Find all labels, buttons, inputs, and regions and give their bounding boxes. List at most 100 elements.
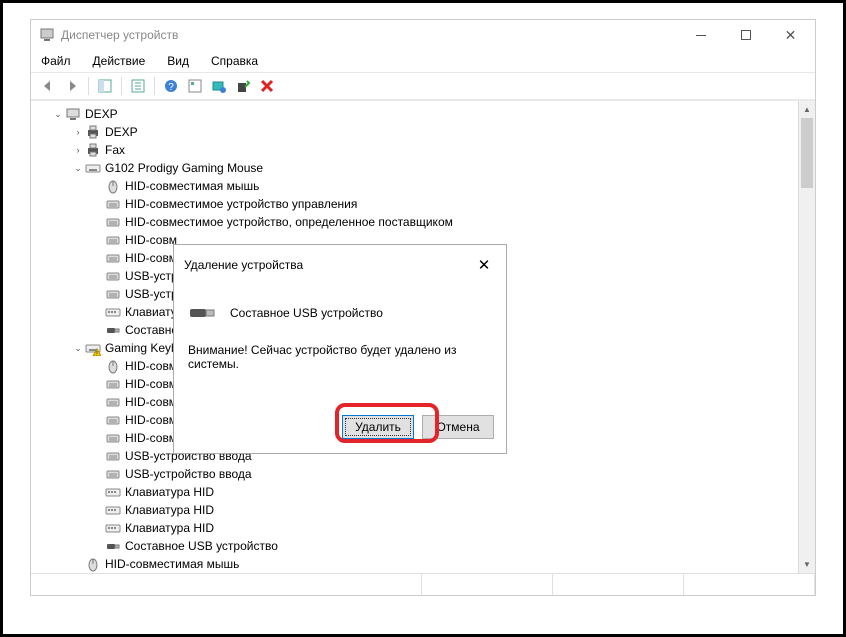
hid-icon <box>105 250 121 266</box>
minimize-button[interactable] <box>678 21 723 49</box>
tree-item[interactable]: Клавиатура HID <box>31 501 798 519</box>
tree-item[interactable]: HID-совместимое устройство, определенное… <box>31 213 798 231</box>
window-title: Диспетчер устройств <box>61 28 678 42</box>
dialog-title: Удаление устройства <box>184 258 303 272</box>
hid-icon <box>105 466 121 482</box>
printer-icon <box>85 124 101 140</box>
menubar: Файл Действие Вид Справка <box>31 50 815 72</box>
hid-icon <box>105 214 121 230</box>
scroll-down-button[interactable]: ▼ <box>799 556 815 573</box>
tree-item-label: USB-устр <box>125 287 178 301</box>
menu-help[interactable]: Справка <box>209 52 260 70</box>
help-button[interactable]: ? <box>160 75 182 97</box>
hid-icon <box>105 394 121 410</box>
maximize-button[interactable] <box>723 21 768 49</box>
tree-item-label: Клавиатура HID <box>125 503 214 517</box>
tree-item-label: HID-совм <box>125 431 177 445</box>
dialog-device-name: Составное USB устройство <box>230 306 383 320</box>
titlebar: Диспетчер устройств ✕ <box>31 20 815 50</box>
uninstall-device-dialog: Удаление устройства ✕ Составное USB устр… <box>173 244 507 454</box>
expander-icon[interactable]: ⌄ <box>51 109 65 120</box>
kbd-icon <box>105 502 121 518</box>
hid-icon <box>105 232 121 248</box>
hid-icon <box>105 286 121 302</box>
hid-icon <box>105 430 121 446</box>
close-button[interactable]: ✕ <box>768 21 813 49</box>
hid-icon <box>105 196 121 212</box>
hid-icon <box>105 412 121 428</box>
hid-icon <box>105 448 121 464</box>
show-hide-tree-button[interactable] <box>94 75 116 97</box>
menu-action[interactable]: Действие <box>91 52 148 70</box>
expander-icon[interactable]: ⌄ <box>71 163 85 174</box>
tree-item[interactable]: › Fax <box>31 141 798 159</box>
usb-icon <box>105 322 121 338</box>
printer-icon <box>85 142 101 158</box>
expander-icon[interactable]: › <box>71 127 85 137</box>
kbd-icon <box>105 304 121 320</box>
kbd-icon <box>105 484 121 500</box>
mouse-icon <box>105 358 121 374</box>
tree-root[interactable]: ⌄ DEXP <box>31 105 798 123</box>
tree-item[interactable]: HID-совместимая мышь <box>31 555 798 573</box>
tree-item-label: HID-совм <box>125 377 177 391</box>
tree-item-label: HID-совм <box>125 359 177 373</box>
dialog-warning-text: Внимание! Сейчас устройство будет удален… <box>188 343 492 371</box>
tree-item[interactable]: ⌄ G102 Prodigy Gaming Mouse <box>31 159 798 177</box>
tree-item-label: USB-устройство ввода <box>125 467 252 481</box>
menu-file[interactable]: Файл <box>39 52 73 70</box>
tree-item-label: G102 Prodigy Gaming Mouse <box>105 161 263 175</box>
tree-item[interactable]: HID-совместимое устройство управления <box>31 195 798 213</box>
tree-item-label: HID-совм <box>125 251 177 265</box>
forward-button[interactable] <box>61 75 83 97</box>
menu-view[interactable]: Вид <box>165 52 191 70</box>
cancel-button[interactable]: Отмена <box>422 415 494 439</box>
delete-button[interactable] <box>256 75 278 97</box>
tree-item-label: HID-совместимая мышь <box>125 179 259 193</box>
tree-item[interactable]: Составное USB устройство <box>31 537 798 555</box>
app-icon <box>39 27 55 43</box>
mouse-icon <box>85 556 101 572</box>
tree-root-label: DEXP <box>85 107 118 121</box>
tree-item-label: HID-совм <box>125 395 177 409</box>
usb-icon <box>105 538 121 554</box>
tree-item-label: HID-совм <box>125 233 177 247</box>
tree-item-label: Gaming Keyb <box>105 341 178 355</box>
scroll-thumb[interactable] <box>801 118 813 188</box>
tree-item-label: Составное USB устройство <box>125 539 278 553</box>
hid-icon <box>105 268 121 284</box>
dialog-close-button[interactable]: ✕ <box>472 253 496 277</box>
tree-item-label: Составно <box>125 323 178 337</box>
tree-item[interactable]: › DEXP <box>31 123 798 141</box>
back-button[interactable] <box>37 75 59 97</box>
computer-icon <box>65 106 81 122</box>
vertical-scrollbar[interactable]: ▲ ▼ <box>798 101 815 573</box>
tree-item-label: Fax <box>105 143 125 157</box>
statusbar <box>31 573 815 595</box>
tree-item[interactable]: HID-совместимая мышь <box>31 177 798 195</box>
update-driver-button[interactable] <box>208 75 230 97</box>
tree-item-label: HID-совм <box>125 413 177 427</box>
expander-icon[interactable]: ⌄ <box>71 343 85 354</box>
tree-item-label: USB-устр <box>125 269 178 283</box>
tree-item-label: DEXP <box>105 125 138 139</box>
mouse-icon <box>105 178 121 194</box>
delete-confirm-button[interactable]: Удалить <box>342 415 414 439</box>
tree-item-label: Клавиатура HID <box>125 485 214 499</box>
scroll-up-button[interactable]: ▲ <box>799 101 815 118</box>
uninstall-device-button[interactable] <box>232 75 254 97</box>
tree-item[interactable]: Клавиатура HID <box>31 519 798 537</box>
tree-item-label: HID-совместимое устройство управления <box>125 197 357 211</box>
kbd-icon <box>105 520 121 536</box>
expander-icon[interactable]: › <box>71 145 85 155</box>
properties-button[interactable] <box>127 75 149 97</box>
tree-item[interactable]: USB-устройство ввода <box>31 465 798 483</box>
scan-hardware-button[interactable] <box>184 75 206 97</box>
kbdgroup-warn-icon <box>85 340 101 356</box>
svg-text:?: ? <box>168 82 174 93</box>
tree-item-label: Клавиату <box>125 305 177 319</box>
kbdgroup-icon <box>85 160 101 176</box>
usb-device-icon <box>188 303 216 323</box>
hid-icon <box>105 376 121 392</box>
tree-item[interactable]: Клавиатура HID <box>31 483 798 501</box>
